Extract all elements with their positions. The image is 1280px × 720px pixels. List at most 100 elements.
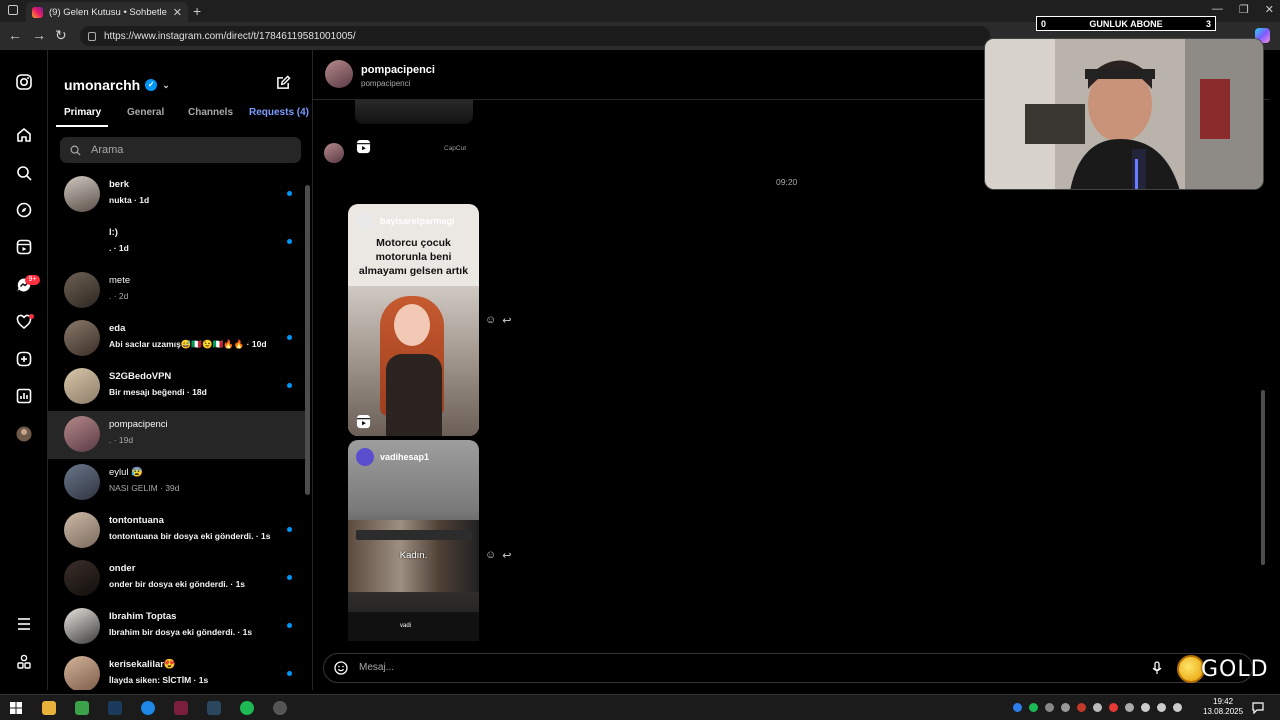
tab-requests[interactable]: Requests (4): [249, 107, 309, 118]
webcam-overlay: [984, 38, 1264, 190]
bluetooth-tray-icon[interactable]: [1013, 703, 1022, 712]
scrollbar-thumb[interactable]: [305, 185, 310, 495]
url-text: https://www.instagram.com/direct/t/17846…: [104, 30, 356, 42]
forward-icon[interactable]: →: [32, 27, 46, 43]
sub-counter-label: GUNLUK ABONE: [1089, 18, 1163, 29]
account-switcher[interactable]: umonarchh ✓ ⌄: [64, 77, 170, 93]
unread-dot: [287, 671, 292, 676]
inbox-scrollbar[interactable]: [305, 170, 310, 685]
conversation-item[interactable]: berk nukta · 1d: [48, 171, 305, 219]
dashboard-icon[interactable]: [16, 388, 32, 404]
reply-icon[interactable]: ↩: [502, 549, 511, 562]
tray-icon[interactable]: [1061, 703, 1070, 712]
conversation-item[interactable]: kerisekalilar😍 İlayda siken: SİCTİM · 1s: [48, 651, 305, 690]
chat-username: pompacipenci: [361, 79, 411, 88]
conversation-name: tontontuana: [109, 515, 164, 526]
conversation-preview: nukta · 1d: [109, 195, 150, 205]
back-icon[interactable]: ←: [8, 27, 22, 43]
search-icon: [70, 145, 81, 156]
minimize-icon[interactable]: —: [1212, 3, 1223, 16]
chat-title[interactable]: pompacipenci: [361, 64, 435, 76]
conversation-name: pompacipenci: [109, 419, 168, 430]
maximize-icon[interactable]: ❐: [1239, 3, 1249, 16]
browser-tab[interactable]: (9) Gelen Kutusu • Sohbetler ✕: [26, 2, 188, 22]
conversation-item[interactable]: eylul 😰 NASI GELIM · 39d: [48, 459, 305, 507]
reel-1-caption-line: almayamı gelsen artık: [358, 265, 469, 277]
reel-2-author[interactable]: vadihesap1: [356, 448, 429, 466]
conversation-item-selected[interactable]: pompacipenci . · 19d: [48, 411, 305, 459]
conversation-item[interactable]: eda Abi saclar uzamış😅🇮🇹😉🇮🇹🔥🔥 · 10d: [48, 315, 305, 363]
site-info-icon[interactable]: [88, 31, 96, 41]
new-message-icon[interactable]: [276, 75, 291, 90]
verified-badge-icon: ✓: [145, 79, 158, 91]
volume-icon[interactable]: [1173, 703, 1182, 712]
conversation-item[interactable]: S2GBedoVPN Bir mesajı beğendi · 18d: [48, 363, 305, 411]
unread-dot: [287, 335, 292, 340]
conversation-item[interactable]: Ibrahim Toptas Ibrahim bir dosya eki gön…: [48, 603, 305, 651]
tab-actions-icon[interactable]: [8, 5, 18, 15]
tab-channels[interactable]: Channels: [188, 107, 233, 118]
also-from-meta-icon[interactable]: [16, 654, 32, 670]
reply-icon[interactable]: ↩: [502, 314, 511, 327]
scrollbar-thumb[interactable]: [1261, 390, 1265, 565]
tab-general[interactable]: General: [127, 107, 164, 118]
windows-start-icon[interactable]: [10, 702, 22, 714]
avatar: [64, 176, 100, 212]
chat-avatar[interactable]: [325, 60, 353, 88]
more-menu-icon[interactable]: [16, 616, 32, 632]
tray-icon[interactable]: [1077, 703, 1086, 712]
unread-dot: [287, 527, 292, 532]
reel-1-author[interactable]: bayisaretparmagi: [356, 212, 455, 230]
search-input[interactable]: Arama: [60, 137, 301, 163]
tray-icon[interactable]: [1125, 703, 1134, 712]
daily-subscriber-counter: 0 GUNLUK ABONE 3: [1036, 16, 1216, 31]
reload-icon[interactable]: ↻: [55, 27, 67, 44]
close-window-icon[interactable]: ✕: [1265, 3, 1274, 16]
previous-media-message[interactable]: [355, 100, 473, 124]
notification-center-icon[interactable]: [1252, 702, 1264, 714]
conversation-name: mete: [109, 275, 131, 286]
reels-icon[interactable]: [16, 239, 32, 255]
close-tab-icon[interactable]: ✕: [173, 6, 182, 19]
create-icon[interactable]: [16, 351, 32, 367]
emoji-icon[interactable]: [334, 661, 348, 675]
react-icon[interactable]: ☺: [485, 549, 496, 562]
explore-icon[interactable]: [16, 202, 32, 218]
battery-icon[interactable]: [1157, 703, 1166, 712]
profile-avatar[interactable]: [16, 426, 32, 442]
new-tab-icon[interactable]: +: [193, 3, 201, 19]
file-explorer-icon[interactable]: [42, 701, 56, 715]
conversation-item[interactable]: onder onder bir dosya eki gönderdi. · 1s: [48, 555, 305, 603]
steam-icon[interactable]: [108, 701, 122, 715]
obs-icon[interactable]: [273, 701, 287, 715]
tray-icon[interactable]: [1093, 703, 1102, 712]
microphone-icon[interactable]: [1150, 661, 1164, 675]
tab-primary[interactable]: Primary: [64, 107, 101, 118]
react-icon[interactable]: ☺: [485, 314, 496, 327]
conversation-preview: . · 19d: [109, 435, 134, 445]
tray-icon[interactable]: [1045, 703, 1054, 712]
instagram-logo-icon[interactable]: [16, 74, 32, 90]
home-icon[interactable]: [16, 127, 32, 143]
avatar: [64, 512, 100, 548]
address-bar[interactable]: https://www.instagram.com/direct/t/17846…: [80, 26, 990, 46]
avatar: [64, 608, 100, 644]
app-icon[interactable]: [75, 701, 89, 715]
steam-client-icon[interactable]: [207, 701, 221, 715]
edge-icon[interactable]: [141, 701, 155, 715]
network-icon[interactable]: [1141, 703, 1150, 712]
conversation-item[interactable]: mete . · 2d: [48, 267, 305, 315]
spotify-tray-icon[interactable]: [1029, 703, 1038, 712]
shared-reel-2[interactable]: vadihesap1 Kadın. vadi: [348, 440, 479, 641]
tray-icon[interactable]: [1109, 703, 1118, 712]
valorant-icon[interactable]: [174, 701, 188, 715]
conversation-item[interactable]: l:) . · 1d: [48, 219, 305, 267]
reel-icon: [356, 139, 371, 154]
shared-reel-1[interactable]: bayisaretparmagi Motorcu çocuk motorunla…: [348, 204, 479, 436]
search-icon[interactable]: [16, 165, 32, 181]
spotify-icon[interactable]: [240, 701, 254, 715]
system-clock[interactable]: 19:42 13.08.2025: [1203, 697, 1243, 717]
message-input[interactable]: Mesaj...: [323, 653, 1253, 683]
conversation-item[interactable]: tontontuana tontontuana bir dosya eki gö…: [48, 507, 305, 555]
reel-2-overlay-text: Kadın.: [399, 550, 428, 561]
